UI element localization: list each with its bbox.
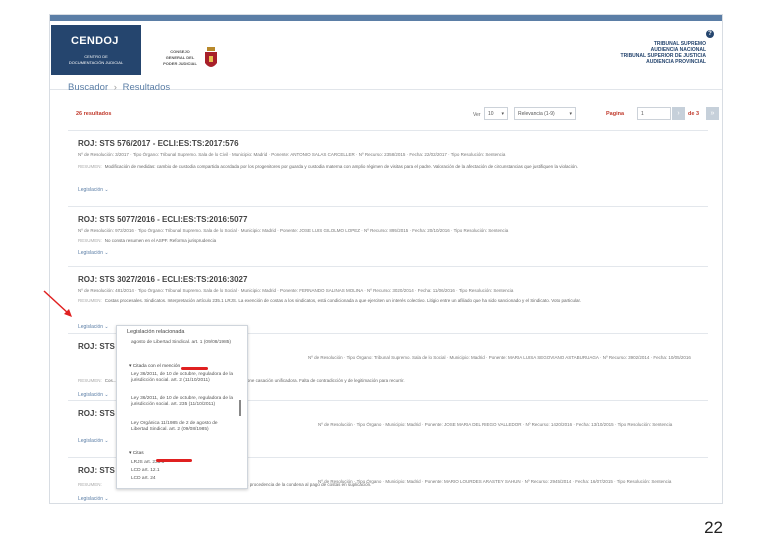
sort-value: Relevancia (1-9) <box>518 111 555 117</box>
citation-link[interactable]: LCD art. 12.1 <box>131 468 235 474</box>
dropdown-title: Legislación relacionada <box>127 329 185 335</box>
page-input[interactable]: 1 <box>637 107 671 120</box>
legislation-link[interactable]: Ley Orgánica 11/1985 de 2 de agosto de L… <box>131 421 235 433</box>
page-label: Pagina <box>606 111 625 117</box>
result-title[interactable]: ROJ: STS 5077/2016 - ECLI:ES:TS:2016:507… <box>78 215 247 224</box>
summary-text: No consta resumen en el ASPF. Reforma ju… <box>104 238 217 243</box>
court-provincial[interactable]: AUDIENCIA PROVINCIAL <box>621 59 706 65</box>
summary-label: RESUMEN: <box>78 298 102 303</box>
result-item: ROJ: STS 5077/2016 - ECLI:ES:TS:2016:507… <box>68 206 708 267</box>
citation-link[interactable]: LCD art. 24 <box>131 476 235 482</box>
legislation-toggle[interactable]: Legislación ⌄ <box>78 392 109 398</box>
chevron-down-icon: ▾ <box>569 111 572 117</box>
cgpj-line3: PODER JUDICIAL <box>163 61 197 66</box>
summary-text: Costas procesales. Sindicatos. Interpret… <box>104 298 582 303</box>
result-summary: RESUMEN: Costas procesales. Sindicatos. I… <box>78 298 688 304</box>
summary-label: RESUMEN: <box>78 482 102 487</box>
results-count: 26 resultados <box>76 111 112 117</box>
summary-text: Modificación de medidas: cambio de custo… <box>104 164 578 169</box>
court-list: TRIBUNAL SUPREMO AUDIENCIA NACIONAL TRIB… <box>621 41 706 65</box>
cgpj-text: CONSEJO GENERAL DEL PODER JUDICIAL <box>158 49 202 67</box>
summary-label: RESUMEN: <box>78 238 102 243</box>
legislation-toggle[interactable]: Legislación ⌄ <box>78 324 109 330</box>
go-page-button[interactable]: › <box>672 107 685 120</box>
result-title[interactable]: ROJ: STS 3027/2016 - ECLI:ES:TS:2016:302… <box>78 275 247 284</box>
slide-page-number: 22 <box>704 518 723 537</box>
breadcrumb-separator: › <box>113 82 117 93</box>
legislation-toggle[interactable]: Legislación ⌄ <box>78 250 109 256</box>
cited-section-toggle[interactable]: ▾ Citada con el mención <box>129 364 180 369</box>
legislation-link[interactable]: Ley 36/2011, de 10 de octubre, regulador… <box>131 396 235 408</box>
legislation-toggle[interactable]: Legislación ⌄ <box>78 496 109 502</box>
legislation-link[interactable]: agosto de Libertad Sindical. art. 1 (09/… <box>131 340 235 346</box>
red-underline-annotation <box>181 367 208 370</box>
view-label: Ver <box>473 112 481 118</box>
per-page-value: 10 <box>488 111 494 117</box>
breadcrumb-resultados: Resultados <box>122 82 171 93</box>
per-page-select[interactable]: 10 ▾ <box>484 107 508 120</box>
legislation-toggle[interactable]: Legislación ⌄ <box>78 438 109 444</box>
summary-label: RESUMEN: <box>78 164 102 169</box>
dropdown-scrollbar[interactable] <box>239 400 241 416</box>
result-summary: RESUMEN: Modificación de medidas: cambio … <box>78 164 688 170</box>
logo-subtitle-line2: DOCUMENTACIÓN JUDICIAL <box>68 60 124 65</box>
results-toolbar: 26 resultados Ver 10 ▾ Relevancia (1-9) ▾ … <box>68 105 719 127</box>
result-meta: Nº de Resolución: 481/2014 · Tipo Órgano… <box>78 288 514 293</box>
result-meta: Nº de Resolución: 972/2016 · Tipo Órgano… <box>78 228 509 233</box>
legislation-dropdown: Legislación relacionada agosto de Libert… <box>116 325 248 489</box>
result-summary: RESUMEN: No consta resumen en el ASPF. Re… <box>78 238 688 244</box>
next-page-button[interactable]: » <box>706 107 719 120</box>
legislation-link[interactable]: Ley 36/2011, de 10 de octubre, regulador… <box>131 372 235 384</box>
summary-text: ... procedencia de la condena al pago de… <box>244 482 372 487</box>
site-header: CENDOJ CENTRO DE DOCUMENTACIÓN JUDICIAL … <box>50 21 722 90</box>
cendoj-logo[interactable]: CENDOJ CENTRO DE DOCUMENTACIÓN JUDICIAL <box>51 25 141 75</box>
result-meta: Nº de Resolución · Tipo Órgano · Municip… <box>318 422 673 427</box>
red-underline-annotation <box>156 459 192 462</box>
result-meta: Nº de Resolución · Tipo Órgano: Tribunal… <box>308 355 691 360</box>
help-icon[interactable]: ? <box>706 30 714 38</box>
cgpj-crest-icon <box>205 47 217 67</box>
breadcrumb: Buscador › Resultados <box>68 82 170 93</box>
result-item: ROJ: STS 576/2017 - ECLI:ES:TS:2017:576 … <box>68 130 708 208</box>
breadcrumb-buscador[interactable]: Buscador <box>68 82 108 93</box>
logo-title: CENDOJ <box>71 35 119 47</box>
summary-label: RESUMEN: <box>78 378 102 383</box>
chevron-down-icon: ▾ <box>501 111 504 117</box>
legislation-toggle[interactable]: Legislación ⌄ <box>78 187 109 193</box>
citations-section-toggle[interactable]: ▾ Citas <box>129 451 144 456</box>
red-arrow-icon <box>43 290 72 317</box>
result-meta: Nº de Resolución: 3/2017 · Tipo Órgano: … <box>78 152 506 157</box>
page-total: de 3 <box>688 111 700 117</box>
result-title[interactable]: ROJ: STS 576/2017 - ECLI:ES:TS:2017:576 <box>78 139 239 148</box>
sort-select[interactable]: Relevancia (1-9) ▾ <box>514 107 576 120</box>
